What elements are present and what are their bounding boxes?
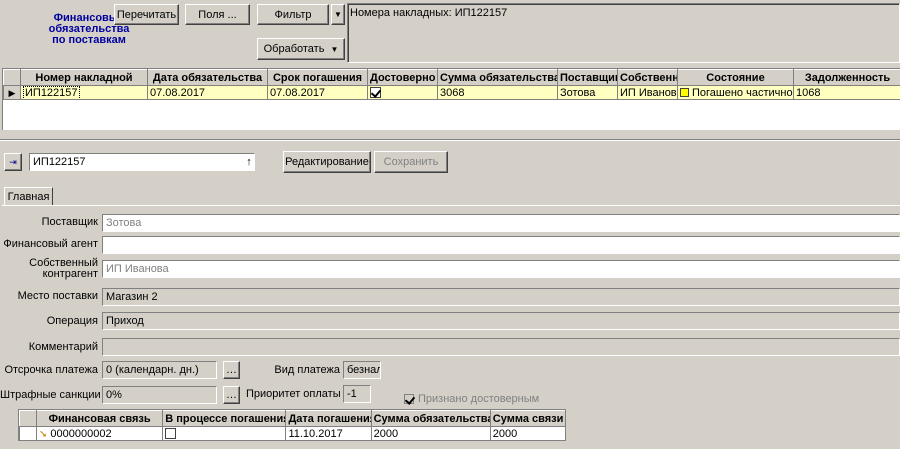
fin-agent-field[interactable] [102, 236, 900, 254]
cell-owner[interactable]: ИП Иванова [617, 85, 678, 100]
links-header-row: Финансовая связь В процессе погашения Да… [18, 410, 567, 427]
edit-button[interactable]: Редактирование [283, 151, 371, 173]
column-header[interactable]: Срок погашения [267, 69, 368, 86]
recognized-reliable-check-icon [404, 394, 414, 404]
column-header[interactable]: Сумма связи [489, 410, 567, 427]
payment-priority-field: -1 [343, 385, 371, 403]
filter-button-label: Фильтр [274, 8, 312, 21]
pin-button[interactable]: ⇥ [4, 153, 22, 171]
column-header[interactable]: Финансовая связь [36, 410, 164, 427]
tab-main[interactable]: Главная [4, 187, 53, 206]
in-progress-checkbox[interactable] [165, 428, 177, 440]
cell-amount[interactable]: 3068 [437, 85, 558, 100]
arrow-up-icon: ↑ [246, 156, 252, 168]
recognized-reliable-checkbox[interactable]: Признано достоверным [404, 393, 539, 405]
obligations-table: Номер накладной Дата обязательства Срок … [3, 69, 900, 100]
column-header[interactable]: Задолженность [793, 69, 900, 86]
record-selector-button[interactable]: ↑ [243, 155, 255, 169]
cell-invoice-text: ИП122157 [23, 86, 80, 99]
penalties-label: Штрафные санкции [0, 389, 101, 401]
table-row[interactable]: ▶ ИП122157 07.08.2017 07.08.2017 3068 Зо… [3, 85, 900, 100]
payment-priority-label: Приоритет оплаты [246, 388, 341, 400]
save-button[interactable]: Сохранить [374, 151, 448, 173]
links-grid[interactable]: Финансовая связь В процессе погашения Да… [18, 409, 567, 441]
recognized-reliable-label: Признано достоверным [418, 393, 540, 405]
cell-due-date[interactable]: 07.08.2017 [267, 85, 368, 100]
row-indicator [18, 426, 38, 441]
cell-link-amount[interactable]: 2000 [489, 426, 567, 441]
process-button[interactable]: Обработать ▼ [257, 38, 345, 60]
delivery-place-field: Магазин 2 [102, 288, 900, 306]
own-counterparty-label: Собственный контрагент [29, 257, 98, 280]
chevron-down-icon: ▼ [334, 10, 342, 19]
pin-icon: ⇥ [9, 156, 17, 167]
supplier-label: Поставщик [41, 216, 98, 228]
payment-delay-field: 0 (календарн. дн.) [102, 361, 217, 379]
reliable-checkbox[interactable] [370, 87, 381, 99]
filter-dropdown-button[interactable]: ▼ [331, 4, 345, 25]
column-header[interactable]: Номер накладной [20, 69, 148, 86]
column-header[interactable]: Дата погашения [285, 410, 372, 427]
cell-supplier[interactable]: Зотова [557, 85, 618, 100]
payment-delay-label: Отсрочка платежа [4, 364, 98, 376]
cell-link[interactable]: ➘ 0000000002 [36, 426, 164, 441]
cell-status[interactable]: Погашено частично [677, 85, 794, 100]
cell-obligation-date[interactable]: 07.08.2017 [147, 85, 268, 100]
filter-text: Номера накладных: ИП122157 [350, 7, 508, 19]
chevron-down-icon: ▼ [330, 44, 339, 54]
row-indicator-header [18, 410, 38, 427]
filter-text-panel: Номера накладных: ИП122157 [347, 3, 900, 63]
column-header[interactable]: Дата обязательства [147, 69, 268, 86]
row-indicator-header [3, 69, 21, 86]
record-selector[interactable]: ИП122157 [29, 153, 255, 171]
comment-label: Комментарий [28, 341, 98, 353]
column-header[interactable]: Сумма обязательства [370, 410, 491, 427]
cell-link-text: 0000000002 [50, 427, 112, 440]
filter-button[interactable]: Фильтр [257, 4, 329, 25]
penalties-ellipsis-button[interactable]: … [223, 386, 240, 404]
fin-agent-label: Финансовый агент [3, 238, 98, 250]
row-pointer-icon: ▶ [3, 85, 21, 100]
operation-label: Операция [46, 315, 98, 327]
table-header-row: Номер накладной Дата обязательства Срок … [3, 69, 900, 86]
cell-link-obligation-amount[interactable]: 2000 [370, 426, 491, 441]
delivery-place-label: Место поставки [17, 290, 98, 302]
record-selector-value: ИП122157 [33, 156, 86, 168]
column-header[interactable]: Поставщик [557, 69, 618, 86]
process-button-label: Обработать [263, 43, 325, 55]
links-table: Финансовая связь В процессе погашения Да… [18, 410, 567, 441]
comment-field[interactable] [102, 338, 900, 356]
table-row[interactable]: ➘ 0000000002 11.10.2017 2000 2000 [18, 426, 567, 441]
column-header[interactable]: Состояние [677, 69, 794, 86]
cell-repay-date[interactable]: 11.10.2017 [285, 426, 372, 441]
payment-delay-ellipsis-button[interactable]: … [223, 361, 240, 379]
column-header[interactable]: В процессе погашения [162, 410, 287, 427]
cell-reliable[interactable] [367, 85, 438, 100]
link-icon: ➘ [39, 428, 48, 440]
cell-in-progress[interactable] [162, 426, 287, 441]
supplier-field[interactable]: Зотова [102, 214, 900, 232]
cell-debt[interactable]: 1068 [793, 85, 900, 100]
column-header[interactable]: Собственн [617, 69, 678, 86]
own-counterparty-field[interactable]: ИП Иванова [102, 260, 900, 278]
splitter[interactable] [0, 139, 900, 141]
penalties-field: 0% [102, 386, 217, 404]
column-header[interactable]: Сумма обязательства [437, 69, 558, 86]
payment-type-label: Вид платежа [274, 364, 340, 376]
status-color-icon [680, 88, 689, 98]
recalc-button[interactable]: Перечитать [114, 4, 179, 25]
cell-status-text: Погашено частично [692, 86, 793, 99]
operation-field: Приход [102, 312, 900, 330]
cell-invoice[interactable]: ИП122157 [20, 85, 148, 100]
fields-button[interactable]: Поля ... [185, 4, 250, 25]
obligations-grid[interactable]: Номер накладной Дата обязательства Срок … [2, 68, 900, 130]
column-header[interactable]: Достоверно [367, 69, 438, 86]
payment-type-field: безнал. [343, 361, 381, 379]
